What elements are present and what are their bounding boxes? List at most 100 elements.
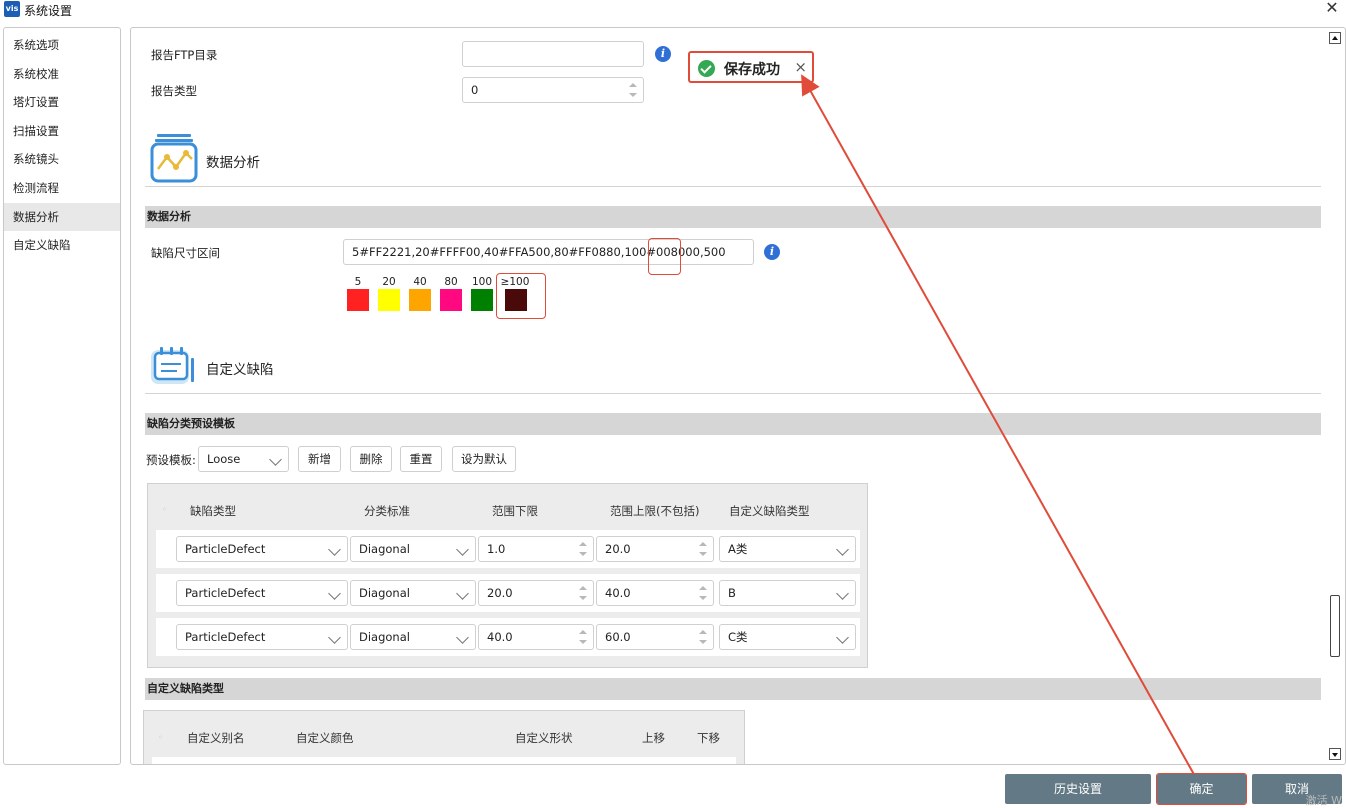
- upper-bound-input[interactable]: 20.0: [596, 536, 714, 562]
- column-header[interactable]: 自定义颜色: [296, 730, 354, 746]
- chevron-down-icon: [836, 543, 849, 556]
- upper-bound-input[interactable]: 60.0: [596, 624, 714, 650]
- cell-value: 40.0: [605, 586, 631, 600]
- cell-value: Diagonal: [359, 586, 410, 600]
- set-default-button[interactable]: 设为默认: [452, 446, 516, 472]
- column-header[interactable]: 范围下限: [492, 503, 538, 519]
- report-type-input[interactable]: 0: [462, 77, 644, 103]
- close-icon[interactable]: ×: [794, 58, 807, 76]
- close-icon[interactable]: ✕: [1324, 0, 1340, 18]
- sidebar-item-system-calibration[interactable]: 系统校准: [4, 60, 120, 89]
- custom-type-select[interactable]: B: [719, 580, 856, 606]
- swatch-label: 100: [471, 276, 493, 288]
- sidebar: 系统选项 系统校准 塔灯设置 扫描设置 系统镜头 检测流程 数据分析 自定义缺陷: [3, 27, 121, 765]
- cell-value: ParticleDefect: [185, 542, 266, 556]
- drag-handle-icon[interactable]: ◦: [158, 733, 166, 742]
- scrollbar-thumb[interactable]: [1330, 595, 1340, 657]
- sidebar-item-tower-light[interactable]: 塔灯设置: [4, 88, 120, 117]
- column-header[interactable]: 范围上限(不包括): [610, 503, 699, 519]
- defect-type-select[interactable]: ParticleDefect: [176, 624, 348, 650]
- spinner-icon[interactable]: [579, 586, 587, 600]
- cell-value: C类: [728, 630, 748, 644]
- column-header[interactable]: 缺陷类型: [190, 503, 236, 519]
- standard-select[interactable]: Diagonal: [350, 580, 476, 606]
- app-logo-icon: vis: [4, 1, 20, 17]
- defect-size-range-input[interactable]: 5#FF2221,20#FFFF00,40#FFA500,80#FF0880,1…: [343, 239, 754, 265]
- save-success-toast: 保存成功 ×: [688, 51, 814, 83]
- info-icon[interactable]: i: [655, 46, 671, 62]
- chevron-down-icon: [836, 631, 849, 644]
- cell-value: 20.0: [605, 542, 631, 556]
- confirm-button[interactable]: 确定: [1156, 773, 1247, 805]
- column-header[interactable]: 自定义形状: [515, 730, 573, 746]
- sidebar-item-system-lens[interactable]: 系统镜头: [4, 145, 120, 174]
- column-header[interactable]: 分类标准: [364, 503, 410, 519]
- color-swatch: [409, 289, 431, 311]
- window-title: 系统设置: [24, 4, 73, 18]
- standard-select[interactable]: Diagonal: [350, 624, 476, 650]
- template-grid: ◦ 缺陷类型 分类标准 范围下限 范围上限(不包括) 自定义缺陷类型 Parti…: [147, 483, 868, 668]
- history-settings-button[interactable]: 历史设置: [1005, 774, 1151, 804]
- check-circle-icon: [698, 60, 715, 77]
- color-swatch: [471, 289, 493, 311]
- custom-type-section-header: 自定义缺陷类型: [145, 678, 1321, 700]
- watermark-text: 激活 W: [1305, 794, 1342, 807]
- cell-value: ParticleDefect: [185, 586, 266, 600]
- title-bar: vis 系统设置 ✕: [0, 0, 1346, 20]
- column-header[interactable]: 上移: [642, 730, 665, 746]
- cell-value: ParticleDefect: [185, 630, 266, 644]
- report-ftp-input[interactable]: [462, 41, 644, 67]
- sidebar-item-custom-defect[interactable]: 自定义缺陷: [4, 231, 120, 260]
- lower-bound-input[interactable]: 20.0: [478, 580, 594, 606]
- swatch-label: 5: [354, 276, 362, 288]
- lower-bound-input[interactable]: 40.0: [478, 624, 594, 650]
- chevron-down-icon: [328, 631, 341, 644]
- spinner-icon[interactable]: [699, 542, 707, 556]
- spinner-icon[interactable]: [629, 83, 637, 97]
- cell-value: 20.0: [487, 586, 513, 600]
- spinner-icon[interactable]: [579, 542, 587, 556]
- report-type-label: 报告类型: [151, 84, 197, 98]
- scroll-down-icon[interactable]: [1329, 748, 1341, 760]
- table-row[interactable]: [152, 757, 736, 764]
- spinner-icon[interactable]: [699, 630, 707, 644]
- spinner-icon[interactable]: [699, 586, 707, 600]
- column-header[interactable]: 自定义别名: [187, 730, 245, 746]
- drag-handle-icon[interactable]: ◦: [162, 505, 170, 514]
- toast-message: 保存成功: [724, 62, 780, 78]
- custom-type-select[interactable]: A类: [719, 536, 856, 562]
- custom-defect-icon: [151, 347, 194, 384]
- delete-button[interactable]: 删除: [350, 446, 392, 472]
- sidebar-item-scan-settings[interactable]: 扫描设置: [4, 117, 120, 146]
- cell-value: Diagonal: [359, 630, 410, 644]
- reset-button[interactable]: 重置: [400, 446, 442, 472]
- custom-type-select[interactable]: C类: [719, 624, 856, 650]
- chevron-down-icon: [456, 587, 469, 600]
- divider: [145, 186, 1321, 187]
- color-swatch: [378, 289, 400, 311]
- defect-type-select[interactable]: ParticleDefect: [176, 580, 348, 606]
- preset-template-select[interactable]: Loose: [198, 446, 289, 472]
- vertical-scrollbar[interactable]: [1329, 32, 1341, 762]
- table-row[interactable]: ParticleDefect Diagonal 40.0 60.0 C类: [156, 618, 860, 656]
- sidebar-item-detection-flow[interactable]: 检测流程: [4, 174, 120, 203]
- sidebar-item-data-analysis[interactable]: 数据分析: [4, 202, 120, 232]
- data-analysis-icon: [150, 134, 198, 183]
- defect-type-select[interactable]: ParticleDefect: [176, 536, 348, 562]
- lower-bound-input[interactable]: 1.0: [478, 536, 594, 562]
- preset-template-value: Loose: [207, 452, 241, 466]
- table-row[interactable]: ParticleDefect Diagonal 20.0 40.0 B: [156, 574, 860, 612]
- scroll-up-icon[interactable]: [1329, 32, 1341, 44]
- column-header[interactable]: 下移: [697, 730, 720, 746]
- chevron-down-icon: [456, 631, 469, 644]
- column-header[interactable]: 自定义缺陷类型: [729, 503, 810, 519]
- standard-select[interactable]: Diagonal: [350, 536, 476, 562]
- add-button[interactable]: 新增: [298, 446, 341, 472]
- swatch-callout: [496, 273, 546, 319]
- report-ftp-label: 报告FTP目录: [151, 48, 218, 62]
- info-icon[interactable]: i: [764, 244, 780, 260]
- upper-bound-input[interactable]: 40.0: [596, 580, 714, 606]
- table-row[interactable]: ParticleDefect Diagonal 1.0 20.0 A类: [156, 530, 860, 568]
- sidebar-item-system-options[interactable]: 系统选项: [4, 31, 120, 60]
- spinner-icon[interactable]: [579, 630, 587, 644]
